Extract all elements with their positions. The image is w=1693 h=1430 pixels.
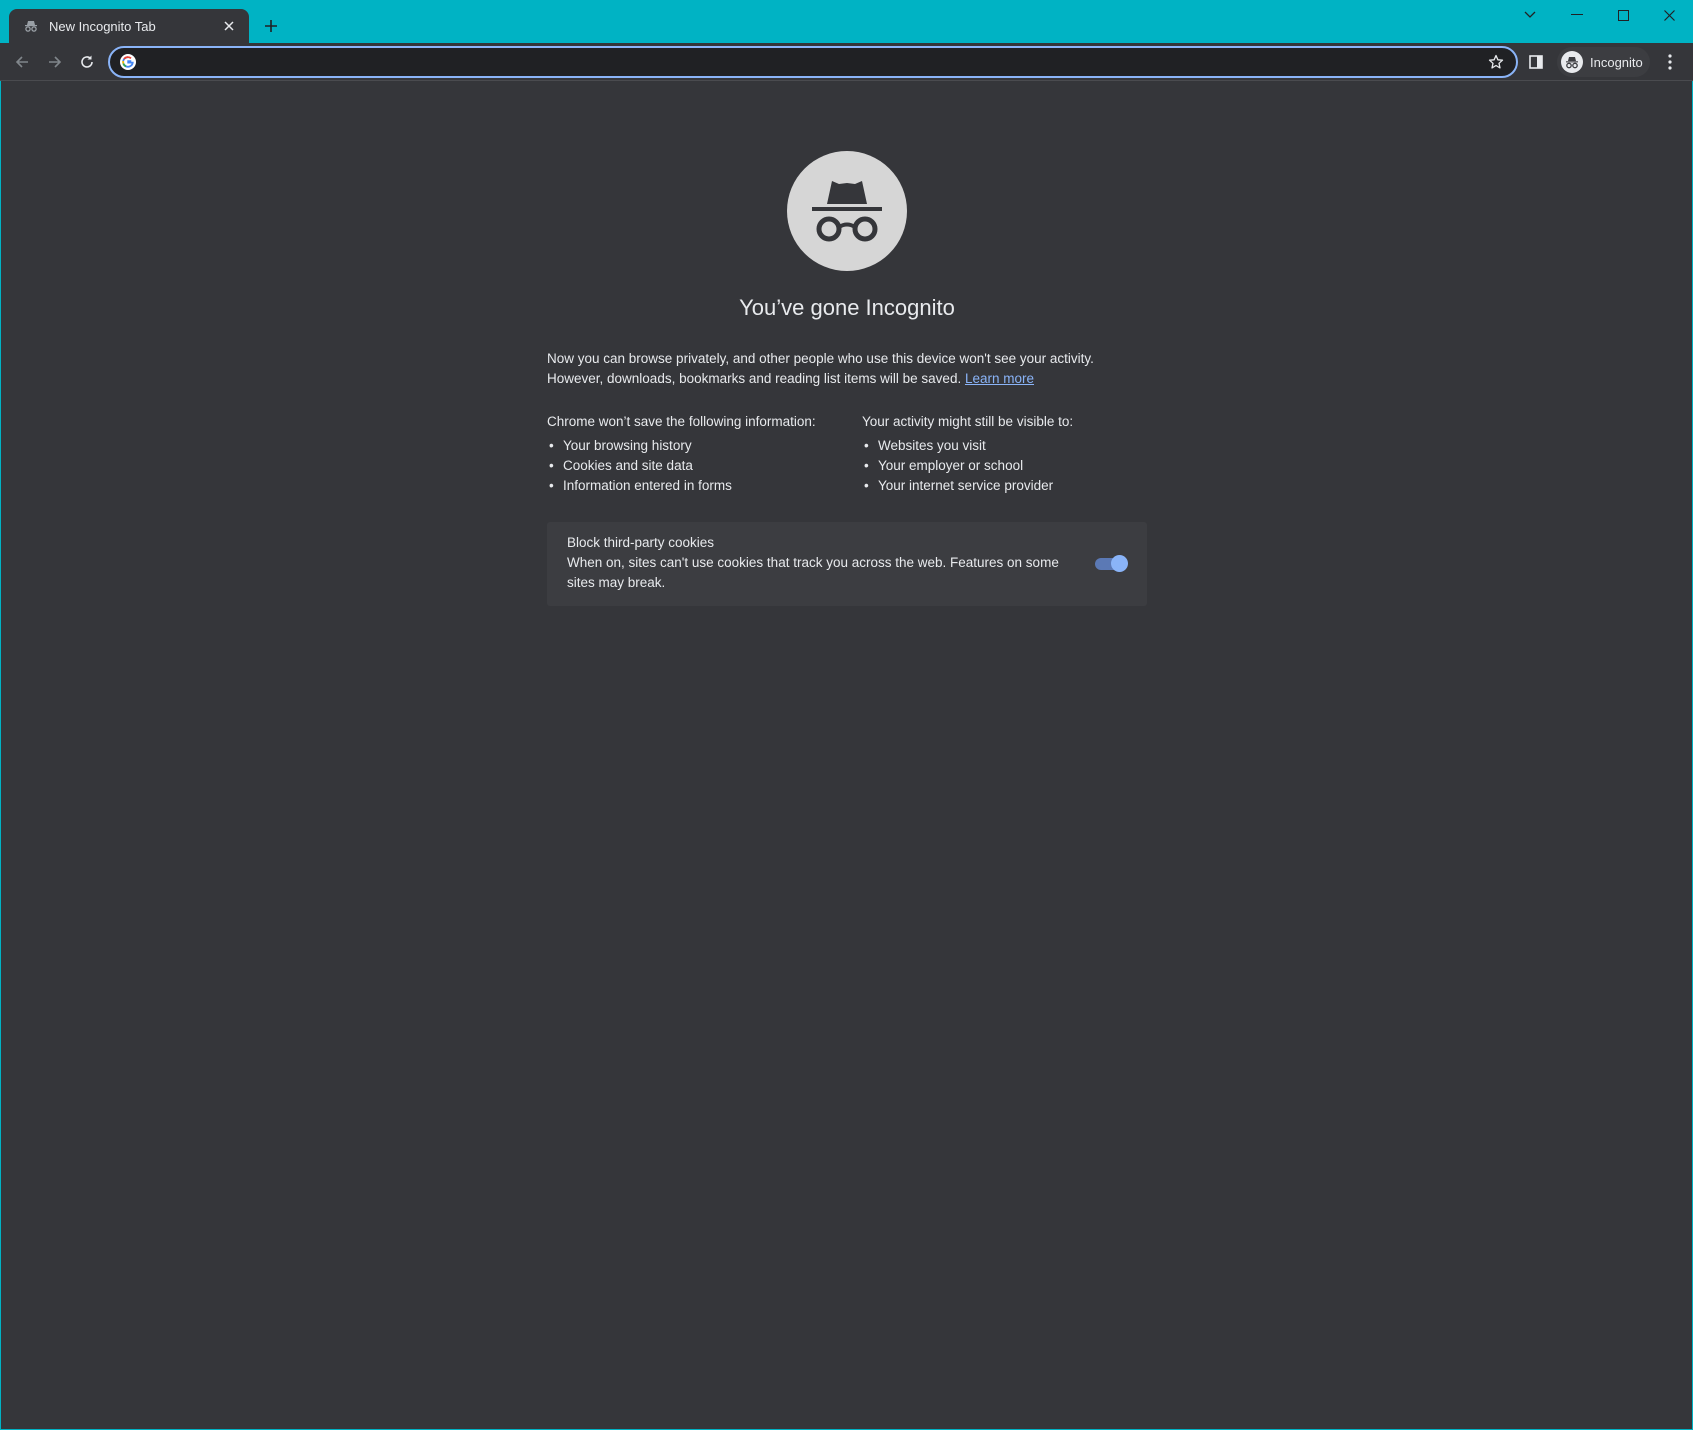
wont-save-section: Chrome won’t save the following informat…	[547, 412, 847, 496]
side-panel-icon[interactable]	[1526, 52, 1546, 72]
learn-more-link[interactable]: Learn more	[965, 371, 1034, 386]
kebab-menu-icon[interactable]	[1660, 52, 1680, 72]
list-item: Your internet service provider	[862, 476, 1162, 496]
intro-line-2: However, downloads, bookmarks and readin…	[547, 369, 1147, 389]
intro-line-1: Now you can browse privately, and other …	[547, 351, 1094, 366]
list-item: Information entered in forms	[547, 476, 847, 496]
toolbar: Incognito	[0, 43, 1693, 81]
intro-line-2-text: However, downloads, bookmarks and readin…	[547, 371, 962, 386]
google-icon	[120, 54, 136, 70]
tab-title: New Incognito Tab	[49, 18, 156, 34]
profile-button[interactable]: Incognito	[1557, 47, 1650, 77]
list-item: Your browsing history	[547, 436, 847, 456]
still-visible-heading: Your activity might still be visible to:	[862, 414, 1074, 429]
star-icon[interactable]	[1486, 52, 1506, 72]
close-icon[interactable]	[1646, 0, 1692, 30]
cookie-controls-card: Block third-party cookies When on, sites…	[547, 522, 1147, 606]
cookie-controls-description: When on, sites can't use cookies that tr…	[567, 555, 1059, 590]
incognito-icon	[787, 151, 907, 271]
reload-icon[interactable]	[73, 48, 101, 76]
list-item: Cookies and site data	[547, 456, 847, 476]
browser-window: New Incognito Tab Incognito You’ve gone …	[0, 0, 1693, 1430]
block-cookies-toggle[interactable]	[1095, 555, 1128, 572]
incognito-icon	[1561, 51, 1583, 73]
incognito-icon	[23, 18, 39, 34]
list-item: Your employer or school	[862, 456, 1162, 476]
close-icon[interactable]	[219, 16, 239, 36]
page-title: You’ve gone Incognito	[739, 295, 955, 320]
plus-icon[interactable]	[259, 14, 283, 38]
still-visible-section: Your activity might still be visible to:…	[862, 412, 1162, 496]
tab-strip: New Incognito Tab	[0, 0, 1693, 43]
back-arrow-icon[interactable]	[8, 48, 36, 76]
page-content: You’ve gone Incognito Now you can browse…	[1, 81, 1692, 1429]
intro-text: Now you can browse privately, and other …	[547, 349, 1147, 389]
chevron-down-icon[interactable]	[1507, 0, 1553, 30]
address-bar[interactable]	[108, 46, 1518, 78]
toggle-knob	[1111, 555, 1128, 572]
address-input[interactable]	[144, 54, 1486, 70]
profile-label: Incognito	[1590, 54, 1643, 70]
maximize-icon[interactable]	[1600, 0, 1646, 30]
tab-new-incognito[interactable]: New Incognito Tab	[9, 9, 249, 43]
forward-arrow-icon[interactable]	[41, 48, 69, 76]
minimize-icon[interactable]	[1554, 0, 1600, 30]
cookie-controls-title: Block third-party cookies	[567, 535, 715, 550]
wont-save-heading: Chrome won’t save the following informat…	[547, 414, 816, 429]
list-item: Websites you visit	[862, 436, 1162, 456]
